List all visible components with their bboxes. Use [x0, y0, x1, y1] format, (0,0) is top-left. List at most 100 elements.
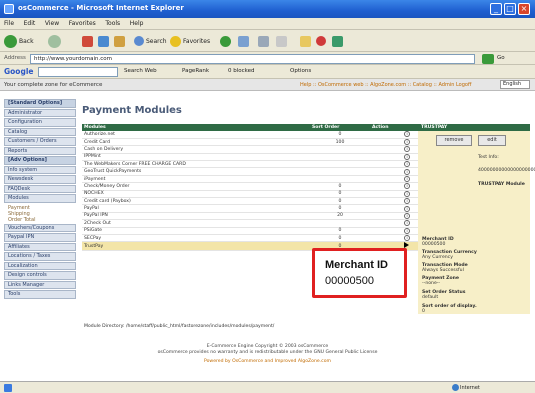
- table-row[interactable]: PSiGate 0 i: [82, 227, 418, 235]
- table-row[interactable]: IPPMint i: [82, 153, 418, 162]
- module-name[interactable]: TrustPay: [82, 241, 310, 252]
- folder-button[interactable]: [300, 34, 313, 48]
- table-row[interactable]: NOCHEX 0 i: [82, 190, 418, 199]
- sidebar-item[interactable]: Affiliates: [4, 242, 76, 251]
- module-name[interactable]: Credit Card: [82, 138, 310, 147]
- google-logo[interactable]: Google: [4, 67, 34, 76]
- menu-favorites[interactable]: Favorites: [65, 18, 100, 29]
- menu-file[interactable]: File: [0, 18, 18, 29]
- sidebar-item[interactable]: Info system: [4, 165, 76, 174]
- table-row[interactable]: GeoTrust QuickPayments i: [82, 167, 418, 176]
- header-links[interactable]: Help :: OsCommerce web :: AlgoZone.com :…: [300, 82, 471, 88]
- edit-page-button[interactable]: [276, 34, 289, 48]
- sidebar-item[interactable]: Modules: [4, 194, 76, 203]
- sidebar-item[interactable]: Tools: [4, 290, 76, 299]
- table-row[interactable]: iPayment i: [82, 175, 418, 184]
- refresh-button[interactable]: [98, 34, 111, 48]
- favorites-button[interactable]: Favorites: [170, 34, 210, 48]
- info-icon[interactable]: i: [404, 235, 410, 242]
- sidebar-item[interactable]: [Adv Options]: [4, 156, 76, 165]
- module-name[interactable]: Authorize.net: [82, 131, 310, 139]
- language-select[interactable]: English: [500, 80, 530, 89]
- module-name[interactable]: GeoTrust QuickPayments: [82, 167, 310, 176]
- sidebar-item[interactable]: Paypal IPN: [4, 233, 76, 242]
- module-name[interactable]: SECPay: [82, 234, 310, 243]
- sidebar-item[interactable]: Catalog: [4, 127, 76, 136]
- print-button[interactable]: [258, 34, 271, 48]
- stop-button[interactable]: [82, 34, 95, 48]
- minimize-button[interactable]: _: [490, 3, 502, 15]
- table-row[interactable]: Credit card (Paybox) 0 i: [82, 197, 418, 206]
- sidebar-item[interactable]: Administrator: [4, 108, 76, 117]
- info-icon[interactable]: i: [404, 220, 410, 227]
- module-name[interactable]: Check/Money Order: [82, 182, 310, 191]
- search-web-button[interactable]: Search Web: [124, 68, 157, 74]
- maximize-button[interactable]: □: [504, 3, 516, 15]
- module-name[interactable]: PayPal: [82, 204, 310, 213]
- home-button[interactable]: [114, 34, 127, 48]
- module-name[interactable]: Cash on Delivery: [82, 145, 310, 154]
- search-button[interactable]: Search: [134, 34, 167, 48]
- go-button[interactable]: Go: [497, 55, 505, 61]
- table-row[interactable]: 2Check Out i: [82, 219, 418, 228]
- menu-edit[interactable]: Edit: [20, 18, 40, 29]
- module-name[interactable]: 2Check Out: [82, 219, 310, 228]
- module-name[interactable]: NOCHEX: [82, 190, 310, 199]
- table-row[interactable]: Credit Card 100 i: [82, 138, 418, 147]
- mail-button[interactable]: [238, 34, 251, 48]
- google-options-button[interactable]: Options: [290, 68, 311, 74]
- table-row[interactable]: Cash on Delivery i: [82, 145, 418, 154]
- table-row[interactable]: Authorize.net 0 i: [82, 131, 418, 139]
- sidebar-item[interactable]: Design controls: [4, 271, 76, 280]
- info-icon[interactable]: i: [404, 161, 410, 168]
- module-name[interactable]: PSiGate: [82, 227, 310, 235]
- sidebar-item[interactable]: Newsdesk: [4, 175, 76, 184]
- info-icon[interactable]: i: [404, 198, 410, 205]
- table-row[interactable]: Check/Money Order 0 i: [82, 182, 418, 191]
- sidebar-item[interactable]: Vouchers/Coupons: [4, 223, 76, 232]
- info-icon[interactable]: i: [404, 205, 410, 212]
- google-search-input[interactable]: [38, 67, 118, 77]
- table-row[interactable]: PayPal IPN 20 i: [82, 212, 418, 221]
- menu-tools[interactable]: Tools: [101, 18, 124, 29]
- pagerank-indicator[interactable]: PageRank: [182, 68, 209, 74]
- go-arrow-icon[interactable]: [482, 54, 494, 64]
- messenger-button[interactable]: [316, 34, 328, 48]
- footer-powered-by[interactable]: Powered by OsCommerce and Improved AlgoZ…: [0, 359, 535, 365]
- sidebar-item[interactable]: FAQDesk: [4, 184, 76, 193]
- close-button[interactable]: ×: [518, 3, 530, 15]
- info-icon[interactable]: i: [404, 139, 410, 146]
- media-button[interactable]: [220, 34, 233, 48]
- sidebar-item[interactable]: Customers / Orders: [4, 137, 76, 146]
- table-row[interactable]: The WebMakers Corner FREE CHARGE CARD i: [82, 160, 418, 169]
- forward-button[interactable]: [48, 34, 63, 48]
- address-input[interactable]: http://www.yourdomain.com: [30, 54, 475, 64]
- popup-blocker[interactable]: 0 blocked: [228, 68, 255, 74]
- info-icon[interactable]: i: [404, 168, 410, 175]
- module-name[interactable]: Credit card (Paybox): [82, 197, 310, 206]
- sidebar-item[interactable]: Configuration: [4, 118, 76, 127]
- sidebar-item[interactable]: Payment Shipping Order Total: [4, 203, 76, 223]
- sidebar-item[interactable]: [Standard Options]: [4, 99, 76, 108]
- module-name[interactable]: PayPal IPN: [82, 212, 310, 221]
- sidebar-item[interactable]: Localization: [4, 261, 76, 270]
- sidebar-item[interactable]: Locations / Taxes: [4, 252, 76, 261]
- table-row[interactable]: PayPal 0 i: [82, 204, 418, 213]
- discuss-button[interactable]: [332, 34, 345, 48]
- module-name[interactable]: iPayment: [82, 175, 310, 184]
- info-icon[interactable]: i: [404, 212, 410, 219]
- info-icon[interactable]: i: [404, 183, 410, 190]
- edit-button[interactable]: edit: [478, 135, 506, 146]
- info-icon[interactable]: i: [404, 131, 410, 138]
- info-icon[interactable]: i: [404, 227, 410, 234]
- info-icon[interactable]: i: [404, 176, 410, 183]
- table-row[interactable]: SECPay 0 i: [82, 234, 418, 243]
- info-icon[interactable]: i: [404, 153, 410, 160]
- menu-help[interactable]: Help: [126, 18, 148, 29]
- sidebar-item[interactable]: Reports: [4, 146, 76, 155]
- module-name[interactable]: The WebMakers Corner FREE CHARGE CARD: [82, 160, 310, 169]
- sidebar-item[interactable]: Links Manager: [4, 280, 76, 289]
- info-icon[interactable]: i: [404, 190, 410, 197]
- info-icon[interactable]: i: [404, 146, 410, 153]
- back-button[interactable]: Back: [4, 34, 34, 48]
